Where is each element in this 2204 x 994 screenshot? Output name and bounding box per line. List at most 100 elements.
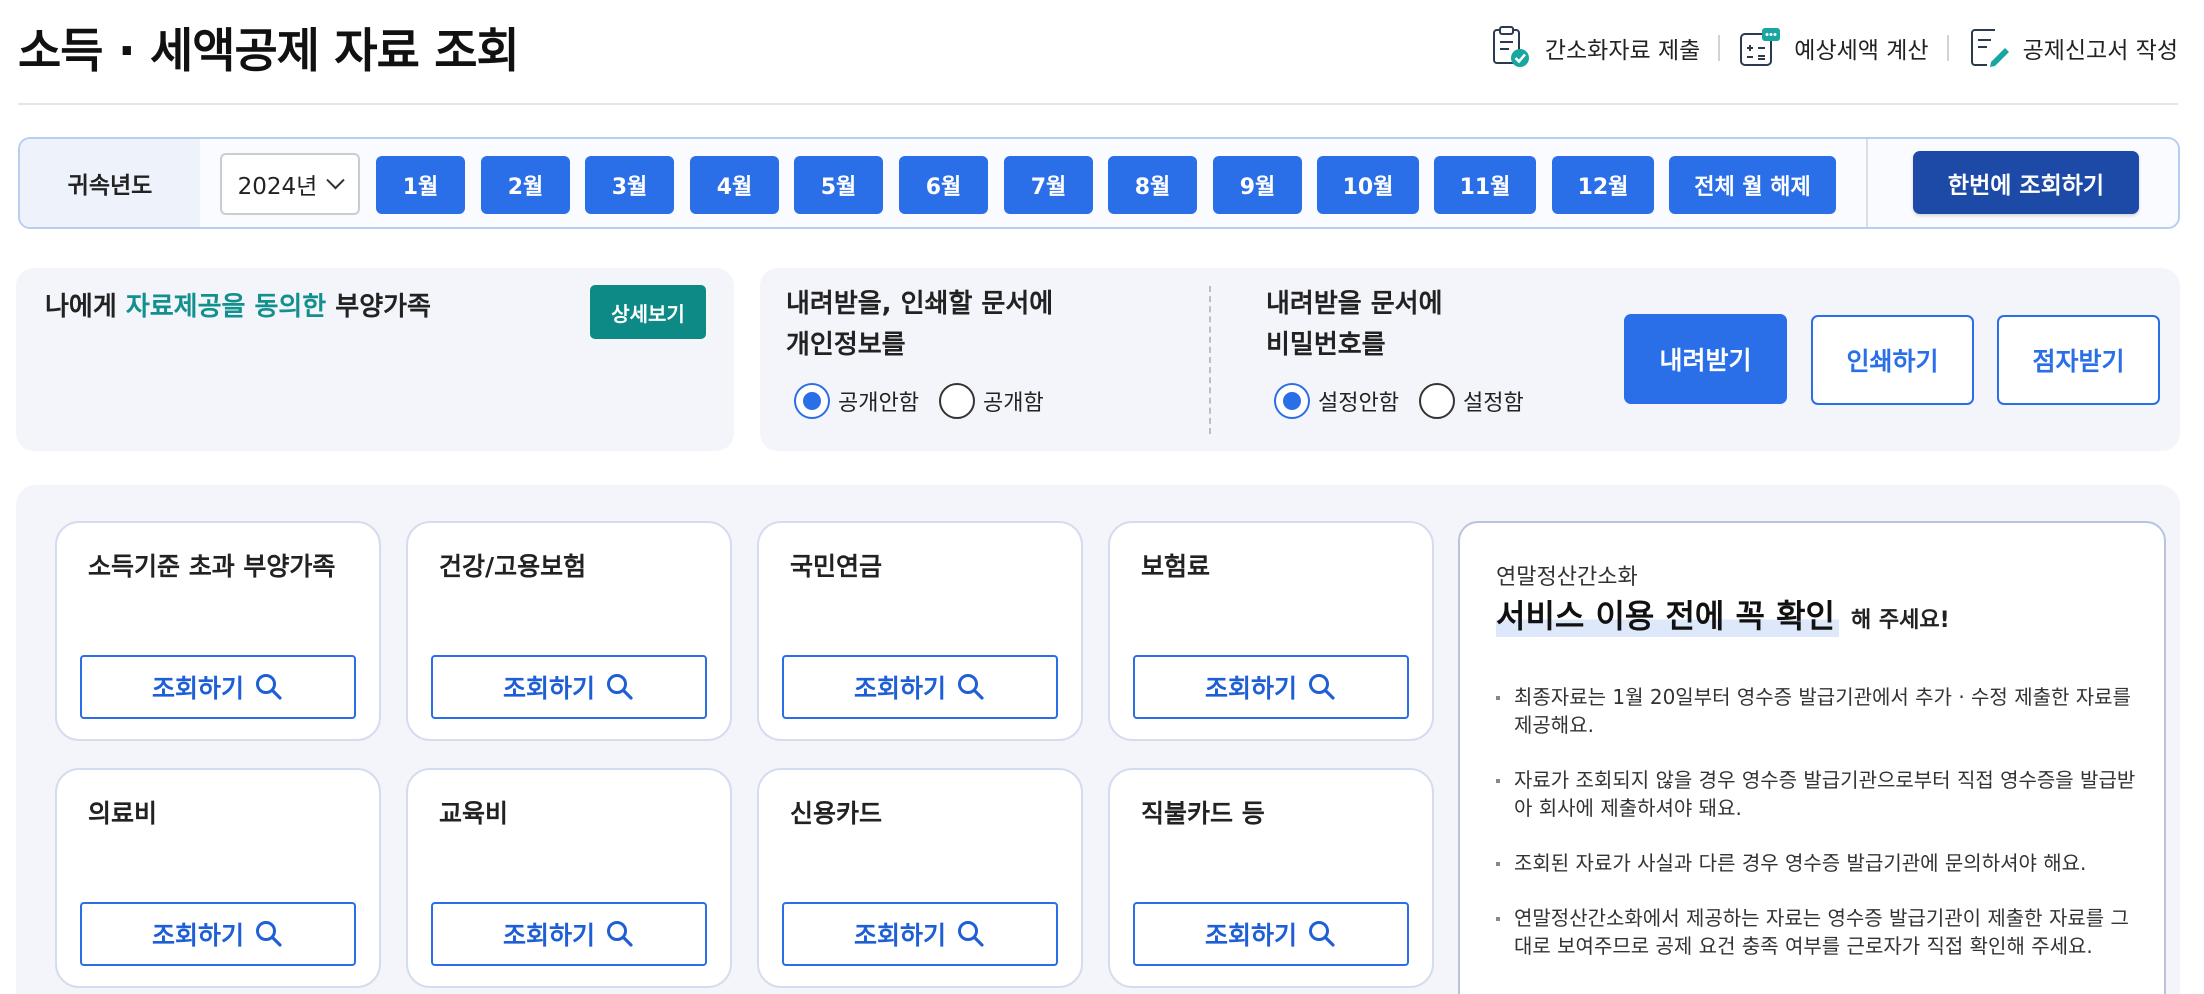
privacy-show-radio[interactable] [938, 383, 975, 419]
consent-title-suffix: 부양가족 [326, 292, 431, 322]
category-title: 의료비 [88, 799, 158, 828]
month-button-4[interactable]: 4월 [690, 156, 779, 214]
privacy-show-label: 공개함 [982, 391, 1044, 416]
privacy-title-line2: 개인정보를 [786, 330, 906, 360]
password-none-label: 설정안함 [1318, 391, 1399, 416]
notice-item: 최종자료는 1월 20일부터 영수증 발급기관에서 추가 · 수정 제출한 자료… [1496, 683, 2136, 739]
chevron-down-icon [326, 170, 346, 189]
lookup-button-medical[interactable]: 조회하기 [80, 902, 356, 966]
privacy-radio-group: 공개안함 공개함 [794, 383, 1044, 419]
deduction-form-label: 공제신고서 작성 [2022, 38, 2178, 64]
submit-simplified-data-link[interactable]: 간소화자료 제출 [1489, 26, 1700, 70]
tax-estimate-link[interactable]: 예상세액 계산 [1738, 26, 1929, 70]
password-none-radio[interactable] [1274, 383, 1310, 419]
lookup-button-label: 조회하기 [502, 921, 595, 950]
month-button-5[interactable]: 5월 [794, 156, 883, 214]
month-button-8[interactable]: 8월 [1108, 156, 1197, 214]
notice-title-suffix: 해 주세요! [1850, 608, 1950, 633]
notice-title: 서비스 이용 전에 꼭 확인 [1496, 591, 1839, 637]
clear-all-months-button[interactable]: 전체 월 해제 [1669, 156, 1836, 214]
category-title: 직불카드 등 [1141, 799, 1265, 828]
search-icon [1309, 674, 1335, 700]
category-card-insurance: 보험료 조회하기 [1108, 521, 1434, 741]
month-button-1[interactable]: 1월 [376, 156, 465, 214]
search-icon [607, 921, 633, 947]
search-icon [958, 921, 984, 947]
lookup-button-label: 조회하기 [151, 921, 244, 950]
lookup-button-label: 조회하기 [853, 674, 946, 703]
main-panel: 소득기준 초과 부양가족 조회하기 건강/고용보험 조회하기 국민연금 조회하기… [16, 485, 2180, 994]
lookup-button-health-employment[interactable]: 조회하기 [431, 655, 707, 719]
search-icon [958, 674, 984, 700]
document-options-card: 내려받을, 인쇄할 문서에 개인정보를 공개안함 공개함 내려받을 문서에 비밀… [760, 268, 2180, 451]
category-title: 건강/고용보험 [439, 552, 587, 581]
month-button-3[interactable]: 3월 [585, 156, 674, 214]
divider [1718, 35, 1721, 61]
divider [1209, 286, 1211, 434]
submit-simplified-data-label: 간소화자료 제출 [1544, 38, 1701, 64]
password-option-title: 내려받을 문서에 비밀번호를 [1266, 284, 1443, 366]
category-card-debit-card: 직불카드 등 조회하기 [1108, 768, 1434, 988]
page-title: 소득 · 세액공제 자료 조회 [18, 24, 520, 79]
consent-dependents-card: 나에게 자료제공을 동의한 부양가족 상세보기 [16, 268, 734, 451]
lookup-all-button[interactable]: 한번에 조회하기 [1913, 151, 2139, 214]
lookup-button-insurance[interactable]: 조회하기 [1133, 655, 1409, 719]
search-icon [607, 674, 633, 700]
notice-item: 연말정산간소화에서 제공하는 자료는 영수증 발급기관이 제출한 자료를 그대로… [1496, 904, 2136, 960]
lookup-button-dependents[interactable]: 조회하기 [80, 655, 356, 719]
category-title: 교육비 [439, 799, 509, 828]
category-title: 신용카드 [790, 799, 883, 828]
category-card-credit-card: 신용카드 조회하기 [757, 768, 1083, 988]
notice-list: 최종자료는 1월 20일부터 영수증 발급기관에서 추가 · 수정 제출한 자료… [1496, 683, 2136, 987]
category-title: 국민연금 [790, 552, 883, 581]
lookup-button-label: 조회하기 [502, 674, 595, 703]
consent-title-highlight: 자료제공을 동의한 [125, 292, 327, 322]
lookup-button-label: 조회하기 [1204, 921, 1297, 950]
braille-button[interactable]: 점자받기 [1997, 315, 2160, 405]
search-icon [1309, 921, 1335, 947]
privacy-title-line1: 내려받을, 인쇄할 문서에 [786, 289, 1054, 319]
search-icon [256, 674, 282, 700]
year-select[interactable]: 2024년 [220, 153, 360, 215]
category-title: 소득기준 초과 부양가족 [88, 552, 336, 581]
notice-item: 자료가 조회되지 않을 경우 영수증 발급기관으로부터 직접 영수증을 발급받아… [1496, 766, 2136, 822]
month-button-2[interactable]: 2월 [481, 156, 570, 214]
divider [1866, 139, 1868, 227]
top-actions: 간소화자료 제출 예상세액 계산 공제신고서 작성 [1489, 26, 2178, 70]
category-card-pension: 국민연금 조회하기 [757, 521, 1083, 741]
lookup-button-pension[interactable]: 조회하기 [782, 655, 1058, 719]
notice-item: 조회된 자료가 사실과 다른 경우 영수증 발급기관에 문의하셔야 해요. [1496, 849, 2136, 877]
password-set-radio[interactable] [1418, 383, 1455, 419]
divider [1946, 35, 1949, 61]
consent-title: 나에게 자료제공을 동의한 부양가족 [45, 286, 431, 323]
year-label: 귀속년도 [20, 139, 200, 227]
detail-button[interactable]: 상세보기 [590, 285, 706, 339]
deduction-form-link[interactable]: 공제신고서 작성 [1967, 26, 2178, 70]
category-title: 보험료 [1141, 552, 1211, 581]
lookup-button-label: 조회하기 [1204, 674, 1297, 703]
month-button-7[interactable]: 7월 [1004, 156, 1093, 214]
filter-bar: 귀속년도 2024년 1월 2월 3월 4월 5월 6월 7월 8월 9월 10… [18, 137, 2180, 229]
calculator-icon [1740, 28, 1781, 66]
month-button-11[interactable]: 11월 [1434, 156, 1536, 214]
lookup-button-education[interactable]: 조회하기 [431, 902, 707, 966]
lookup-button-credit-card[interactable]: 조회하기 [782, 902, 1058, 966]
print-button[interactable]: 인쇄하기 [1811, 315, 1974, 405]
password-title-line2: 비밀번호를 [1266, 330, 1386, 360]
lookup-button-debit-card[interactable]: 조회하기 [1133, 902, 1409, 966]
download-button[interactable]: 내려받기 [1624, 314, 1787, 404]
month-button-6[interactable]: 6월 [899, 156, 988, 214]
category-card-dependents: 소득기준 초과 부양가족 조회하기 [55, 521, 381, 741]
document-check-icon [1492, 26, 1529, 67]
month-button-12[interactable]: 12월 [1552, 156, 1654, 214]
notice-subtitle: 연말정산간소화 [1496, 565, 1638, 590]
month-button-9[interactable]: 9월 [1213, 156, 1302, 214]
notice-heading: 서비스 이용 전에 꼭 확인 해 주세요! [1496, 591, 1950, 637]
document-edit-icon [1970, 29, 2009, 67]
privacy-hide-radio[interactable] [794, 383, 830, 419]
password-radio-group: 설정안함 설정함 [1274, 383, 1524, 419]
search-icon [256, 921, 282, 947]
consent-title-prefix: 나에게 [45, 292, 126, 322]
lookup-button-label: 조회하기 [853, 921, 946, 950]
month-button-10[interactable]: 10월 [1317, 156, 1419, 214]
